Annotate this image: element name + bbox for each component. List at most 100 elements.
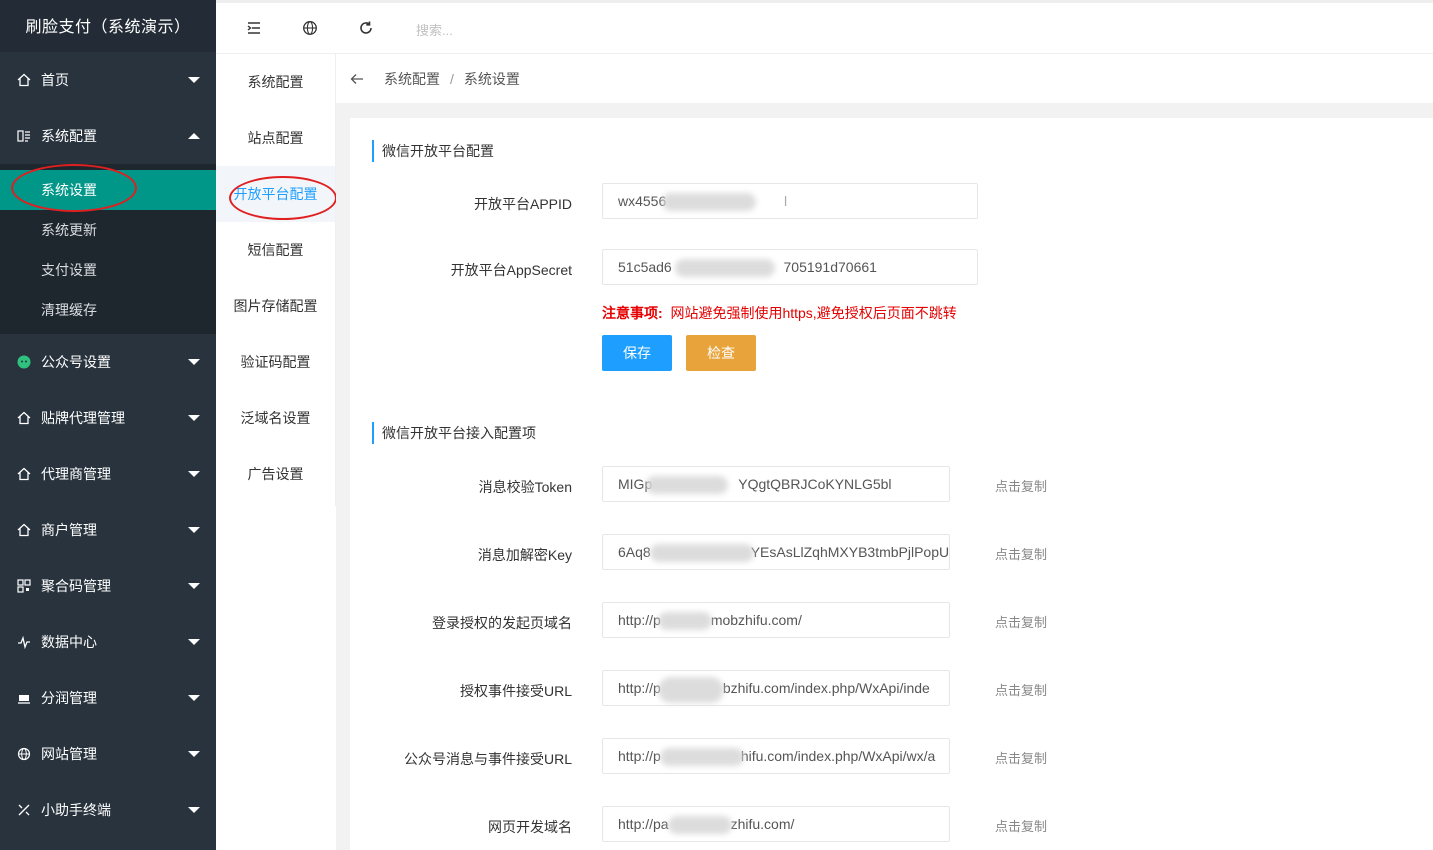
token-value-suffix: YQgtQBRJCoKYNLG5bl <box>738 476 892 492</box>
redaction-blur <box>650 544 754 562</box>
system-config-submenu: 系统设置 系统更新 支付设置 清理缓存 <box>0 164 216 334</box>
search-input[interactable] <box>416 17 636 43</box>
sidebar-item-label: 系统配置 <box>41 128 97 144</box>
subnav-item-system-config[interactable]: 系统配置 <box>216 54 335 110</box>
sidebar-item-profit-sharing[interactable]: 分润管理 <box>0 670 216 726</box>
config-icon <box>16 128 32 144</box>
app-title: 刷脸支付（系统演示） <box>0 0 216 52</box>
sidebar-item-label: 贴牌代理管理 <box>41 410 125 426</box>
qrcode-icon <box>16 578 32 594</box>
redaction-blur <box>646 476 728 494</box>
sidebar-item-system-config[interactable]: 系统配置 <box>0 108 216 164</box>
copy-token-button[interactable]: 点击复制 <box>995 476 1047 495</box>
sidebar-subitem-clear-cache[interactable]: 清理缓存 <box>0 290 216 330</box>
notice-message: 网站避免强制使用https,避免授权后页面不跳转 <box>670 305 957 321</box>
sidebar-subitem-system-update[interactable]: 系统更新 <box>0 210 216 250</box>
config-card: 微信开放平台配置 开放平台APPID wx4556 l 开放平台AppSecre… <box>350 118 1433 850</box>
back-arrow-icon[interactable] <box>350 73 366 85</box>
chevron-down-icon <box>188 471 200 477</box>
subnav-item-captcha-config[interactable]: 验证码配置 <box>216 334 335 390</box>
notice-prefix: 注意事项: <box>602 305 663 321</box>
mp-message-url-input[interactable]: http://p hifu.com/index.php/WxApi/wx/a <box>602 738 950 774</box>
sidebar-item-label: 数据中心 <box>41 634 97 650</box>
web-domain-value: http://pa <box>618 816 669 832</box>
redaction-blur <box>658 677 724 703</box>
auth-event-url-label: 授权事件接受URL <box>459 683 572 699</box>
top-bar <box>216 0 1433 54</box>
copy-login-domain-button[interactable]: 点击复制 <box>995 612 1047 631</box>
sidebar-item-label: 小助手终端 <box>41 802 111 818</box>
sidebar-item-merchants[interactable]: 商户管理 <box>0 502 216 558</box>
save-button[interactable]: 保存 <box>602 335 672 371</box>
sidebar: 刷脸支付（系统演示） 首页 系统配置 系统设置 系统更新 支付设置 清理缓存 公… <box>0 0 216 850</box>
login-domain-value: http://p <box>618 612 661 628</box>
auth-event-url-input[interactable]: http://p bzhifu.com/index.php/WxApi/inde <box>602 670 950 706</box>
auth-event-url-value: http://p <box>618 680 661 696</box>
section-title-access-config: 微信开放平台接入配置项 <box>372 422 536 444</box>
sidebar-subitem-payment-settings[interactable]: 支付设置 <box>0 250 216 290</box>
sidebar-item-home[interactable]: 首页 <box>0 52 216 108</box>
appid-input[interactable]: wx4556 l <box>602 183 978 219</box>
login-domain-value-suffix: mobzhifu.com/ <box>710 612 802 628</box>
copy-mp-message-url-button[interactable]: 点击复制 <box>995 748 1047 767</box>
breadcrumb-current: 系统设置 <box>463 70 520 87</box>
config-subnav: 系统配置 站点配置 开放平台配置 短信配置 图片存储配置 验证码配置 泛域名设置… <box>216 54 336 506</box>
web-domain-value-suffix: zhifu.com/ <box>730 816 795 832</box>
sidebar-subitem-system-settings[interactable]: 系统设置 <box>0 170 216 210</box>
sidebar-item-agents[interactable]: 代理商管理 <box>0 446 216 502</box>
appsecret-input[interactable]: 51c5ad6 705191d70661 <box>602 249 978 285</box>
home-icon <box>16 72 32 88</box>
content-background-left <box>336 506 350 850</box>
home-icon <box>16 522 32 538</box>
sidebar-item-label: 聚合码管理 <box>41 578 111 594</box>
redaction-blur <box>675 259 775 277</box>
wechat-icon <box>16 354 32 370</box>
mp-message-url-value-suffix: hifu.com/index.php/WxApi/wx/a <box>740 748 936 764</box>
subnav-item-wildcard-domain[interactable]: 泛域名设置 <box>216 390 335 446</box>
sidebar-item-label: 商户管理 <box>41 522 97 538</box>
copy-auth-event-url-button[interactable]: 点击复制 <box>995 680 1047 699</box>
sidebar-item-data-center[interactable]: 数据中心 <box>0 614 216 670</box>
sidebar-item-website[interactable]: 网站管理 <box>0 726 216 782</box>
appid-value: wx4556 <box>618 193 667 209</box>
copy-encoding-key-button[interactable]: 点击复制 <box>995 544 1047 563</box>
subnav-item-sms-config[interactable]: 短信配置 <box>216 222 335 278</box>
menu-collapse-icon[interactable] <box>244 18 264 38</box>
sidebar-item-assistant-terminal[interactable]: 小助手终端 <box>0 782 216 838</box>
chevron-down-icon <box>188 527 200 533</box>
globe-icon[interactable] <box>300 18 320 38</box>
subnav-item-open-platform-config[interactable]: 开放平台配置 <box>216 166 335 222</box>
chevron-down-icon <box>188 807 200 813</box>
refresh-icon[interactable] <box>356 18 376 38</box>
mp-message-url-value: http://p <box>618 748 661 764</box>
redaction-blur <box>660 748 744 766</box>
login-domain-input[interactable]: http://p mobzhifu.com/ <box>602 602 950 638</box>
sidebar-item-wechat[interactable]: 公众号设置 <box>0 334 216 390</box>
redaction-blur <box>658 612 712 630</box>
sidebar-item-label: 分润管理 <box>41 690 97 706</box>
web-domain-input[interactable]: http://pa zhifu.com/ <box>602 806 950 842</box>
subnav-item-image-storage-config[interactable]: 图片存储配置 <box>216 278 335 334</box>
redaction-blur <box>662 193 756 211</box>
mp-message-url-label: 公众号消息与事件接受URL <box>403 751 572 767</box>
chevron-down-icon <box>188 751 200 757</box>
sidebar-item-label: 代理商管理 <box>41 466 111 482</box>
copy-web-domain-button[interactable]: 点击复制 <box>995 816 1047 835</box>
appsecret-value: 51c5ad6 <box>618 259 672 275</box>
appid-label: 开放平台APPID <box>473 196 572 212</box>
globe-icon <box>16 746 32 762</box>
tools-icon <box>16 802 32 818</box>
sidebar-item-oem-agent[interactable]: 贴牌代理管理 <box>0 390 216 446</box>
token-label: 消息校验Token <box>478 479 572 495</box>
chart-icon <box>16 690 32 706</box>
pulse-icon <box>16 634 32 650</box>
check-button[interactable]: 检查 <box>686 335 756 371</box>
subnav-item-ad-settings[interactable]: 广告设置 <box>216 446 335 502</box>
chevron-down-icon <box>188 77 200 83</box>
breadcrumb-parent[interactable]: 系统配置 <box>384 69 440 89</box>
encoding-key-value: 6Aq8 <box>618 544 651 560</box>
subnav-item-site-config[interactable]: 站点配置 <box>216 110 335 166</box>
sidebar-item-qrcodes[interactable]: 聚合码管理 <box>0 558 216 614</box>
home-icon <box>16 466 32 482</box>
chevron-down-icon <box>188 415 200 421</box>
